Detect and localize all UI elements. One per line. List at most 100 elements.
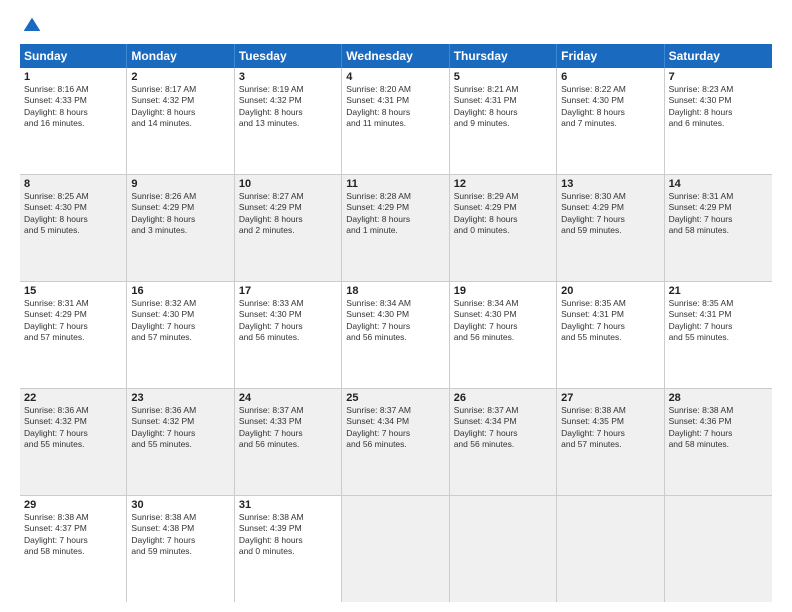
day-number: 17 (239, 285, 337, 297)
day-number: 4 (346, 71, 444, 83)
cell-content: Sunrise: 8:36 AM Sunset: 4:32 PM Dayligh… (24, 405, 122, 451)
cell-content: Sunrise: 8:37 AM Sunset: 4:33 PM Dayligh… (239, 405, 337, 451)
cal-row: 1Sunrise: 8:16 AM Sunset: 4:33 PM Daylig… (20, 68, 772, 175)
cal-cell: 18Sunrise: 8:34 AM Sunset: 4:30 PM Dayli… (342, 282, 449, 388)
cell-content: Sunrise: 8:35 AM Sunset: 4:31 PM Dayligh… (561, 298, 659, 344)
cal-cell: 1Sunrise: 8:16 AM Sunset: 4:33 PM Daylig… (20, 68, 127, 174)
cal-cell: 12Sunrise: 8:29 AM Sunset: 4:29 PM Dayli… (450, 175, 557, 281)
day-number: 8 (24, 178, 122, 190)
cell-content: Sunrise: 8:37 AM Sunset: 4:34 PM Dayligh… (346, 405, 444, 451)
cell-content: Sunrise: 8:17 AM Sunset: 4:32 PM Dayligh… (131, 84, 229, 130)
cell-content: Sunrise: 8:32 AM Sunset: 4:30 PM Dayligh… (131, 298, 229, 344)
cell-content: Sunrise: 8:31 AM Sunset: 4:29 PM Dayligh… (669, 191, 768, 237)
cal-header-day: Wednesday (342, 44, 449, 68)
day-number: 16 (131, 285, 229, 297)
day-number: 2 (131, 71, 229, 83)
day-number: 20 (561, 285, 659, 297)
day-number: 14 (669, 178, 768, 190)
day-number: 12 (454, 178, 552, 190)
cal-cell: 22Sunrise: 8:36 AM Sunset: 4:32 PM Dayli… (20, 389, 127, 495)
cal-row: 22Sunrise: 8:36 AM Sunset: 4:32 PM Dayli… (20, 389, 772, 496)
day-number: 3 (239, 71, 337, 83)
cell-content: Sunrise: 8:37 AM Sunset: 4:34 PM Dayligh… (454, 405, 552, 451)
day-number: 28 (669, 392, 768, 404)
cal-cell (557, 496, 664, 602)
cal-cell: 4Sunrise: 8:20 AM Sunset: 4:31 PM Daylig… (342, 68, 449, 174)
cal-cell: 10Sunrise: 8:27 AM Sunset: 4:29 PM Dayli… (235, 175, 342, 281)
cal-cell: 16Sunrise: 8:32 AM Sunset: 4:30 PM Dayli… (127, 282, 234, 388)
cal-cell (450, 496, 557, 602)
cell-content: Sunrise: 8:28 AM Sunset: 4:29 PM Dayligh… (346, 191, 444, 237)
cell-content: Sunrise: 8:23 AM Sunset: 4:30 PM Dayligh… (669, 84, 768, 130)
day-number: 23 (131, 392, 229, 404)
calendar: SundayMondayTuesdayWednesdayThursdayFrid… (20, 44, 772, 602)
cell-content: Sunrise: 8:35 AM Sunset: 4:31 PM Dayligh… (669, 298, 768, 344)
cal-cell: 2Sunrise: 8:17 AM Sunset: 4:32 PM Daylig… (127, 68, 234, 174)
day-number: 24 (239, 392, 337, 404)
day-number: 19 (454, 285, 552, 297)
cal-row: 15Sunrise: 8:31 AM Sunset: 4:29 PM Dayli… (20, 282, 772, 389)
day-number: 1 (24, 71, 122, 83)
cell-content: Sunrise: 8:31 AM Sunset: 4:29 PM Dayligh… (24, 298, 122, 344)
day-number: 18 (346, 285, 444, 297)
day-number: 29 (24, 499, 122, 511)
cal-cell: 8Sunrise: 8:25 AM Sunset: 4:30 PM Daylig… (20, 175, 127, 281)
cal-cell: 28Sunrise: 8:38 AM Sunset: 4:36 PM Dayli… (665, 389, 772, 495)
day-number: 11 (346, 178, 444, 190)
cal-cell (342, 496, 449, 602)
day-number: 30 (131, 499, 229, 511)
calendar-header: SundayMondayTuesdayWednesdayThursdayFrid… (20, 44, 772, 68)
cell-content: Sunrise: 8:20 AM Sunset: 4:31 PM Dayligh… (346, 84, 444, 130)
cal-cell: 7Sunrise: 8:23 AM Sunset: 4:30 PM Daylig… (665, 68, 772, 174)
cell-content: Sunrise: 8:25 AM Sunset: 4:30 PM Dayligh… (24, 191, 122, 237)
cal-header-day: Friday (557, 44, 664, 68)
cal-cell: 11Sunrise: 8:28 AM Sunset: 4:29 PM Dayli… (342, 175, 449, 281)
day-number: 9 (131, 178, 229, 190)
cal-cell: 26Sunrise: 8:37 AM Sunset: 4:34 PM Dayli… (450, 389, 557, 495)
day-number: 10 (239, 178, 337, 190)
cal-cell: 17Sunrise: 8:33 AM Sunset: 4:30 PM Dayli… (235, 282, 342, 388)
cal-cell: 15Sunrise: 8:31 AM Sunset: 4:29 PM Dayli… (20, 282, 127, 388)
cal-header-day: Tuesday (235, 44, 342, 68)
cell-content: Sunrise: 8:19 AM Sunset: 4:32 PM Dayligh… (239, 84, 337, 130)
calendar-body: 1Sunrise: 8:16 AM Sunset: 4:33 PM Daylig… (20, 68, 772, 602)
cal-cell: 3Sunrise: 8:19 AM Sunset: 4:32 PM Daylig… (235, 68, 342, 174)
cell-content: Sunrise: 8:29 AM Sunset: 4:29 PM Dayligh… (454, 191, 552, 237)
cal-cell: 5Sunrise: 8:21 AM Sunset: 4:31 PM Daylig… (450, 68, 557, 174)
cal-cell: 6Sunrise: 8:22 AM Sunset: 4:30 PM Daylig… (557, 68, 664, 174)
cal-header-day: Thursday (450, 44, 557, 68)
day-number: 5 (454, 71, 552, 83)
cell-content: Sunrise: 8:38 AM Sunset: 4:38 PM Dayligh… (131, 512, 229, 558)
cell-content: Sunrise: 8:16 AM Sunset: 4:33 PM Dayligh… (24, 84, 122, 130)
cell-content: Sunrise: 8:36 AM Sunset: 4:32 PM Dayligh… (131, 405, 229, 451)
cal-cell: 14Sunrise: 8:31 AM Sunset: 4:29 PM Dayli… (665, 175, 772, 281)
cal-cell: 19Sunrise: 8:34 AM Sunset: 4:30 PM Dayli… (450, 282, 557, 388)
cal-cell: 27Sunrise: 8:38 AM Sunset: 4:35 PM Dayli… (557, 389, 664, 495)
cell-content: Sunrise: 8:30 AM Sunset: 4:29 PM Dayligh… (561, 191, 659, 237)
cell-content: Sunrise: 8:34 AM Sunset: 4:30 PM Dayligh… (454, 298, 552, 344)
cell-content: Sunrise: 8:38 AM Sunset: 4:39 PM Dayligh… (239, 512, 337, 558)
cell-content: Sunrise: 8:34 AM Sunset: 4:30 PM Dayligh… (346, 298, 444, 344)
cell-content: Sunrise: 8:38 AM Sunset: 4:36 PM Dayligh… (669, 405, 768, 451)
cell-content: Sunrise: 8:21 AM Sunset: 4:31 PM Dayligh… (454, 84, 552, 130)
logo (20, 16, 42, 36)
day-number: 6 (561, 71, 659, 83)
cal-row: 8Sunrise: 8:25 AM Sunset: 4:30 PM Daylig… (20, 175, 772, 282)
day-number: 21 (669, 285, 768, 297)
page: SundayMondayTuesdayWednesdayThursdayFrid… (0, 0, 792, 612)
day-number: 15 (24, 285, 122, 297)
day-number: 27 (561, 392, 659, 404)
cal-header-day: Saturday (665, 44, 772, 68)
day-number: 7 (669, 71, 768, 83)
cal-cell: 13Sunrise: 8:30 AM Sunset: 4:29 PM Dayli… (557, 175, 664, 281)
cell-content: Sunrise: 8:26 AM Sunset: 4:29 PM Dayligh… (131, 191, 229, 237)
day-number: 13 (561, 178, 659, 190)
cal-cell: 31Sunrise: 8:38 AM Sunset: 4:39 PM Dayli… (235, 496, 342, 602)
logo-icon (22, 16, 42, 36)
cal-cell: 24Sunrise: 8:37 AM Sunset: 4:33 PM Dayli… (235, 389, 342, 495)
cal-cell: 29Sunrise: 8:38 AM Sunset: 4:37 PM Dayli… (20, 496, 127, 602)
cal-cell: 23Sunrise: 8:36 AM Sunset: 4:32 PM Dayli… (127, 389, 234, 495)
cal-header-day: Sunday (20, 44, 127, 68)
day-number: 22 (24, 392, 122, 404)
cal-cell: 21Sunrise: 8:35 AM Sunset: 4:31 PM Dayli… (665, 282, 772, 388)
